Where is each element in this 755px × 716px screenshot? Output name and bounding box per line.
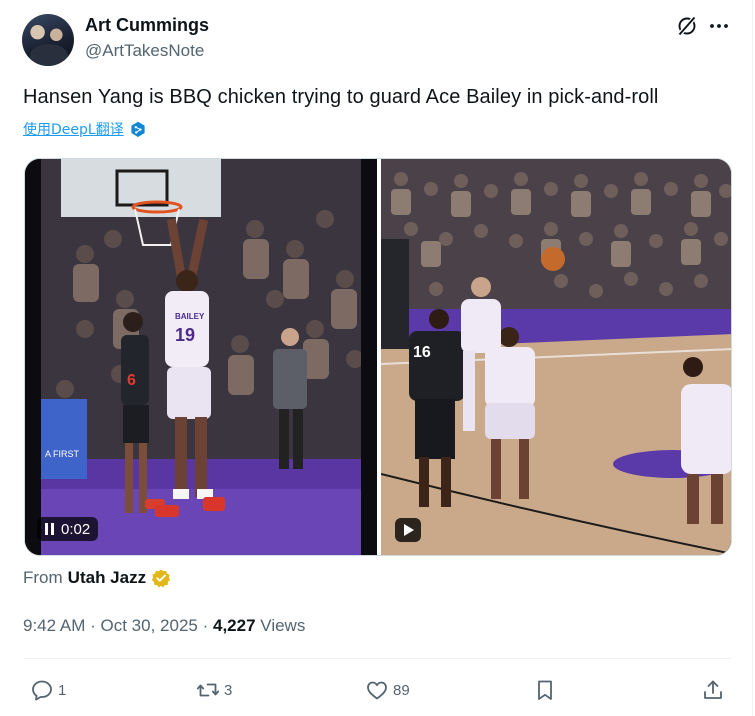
bookmark-button[interactable] xyxy=(533,676,557,704)
source-row: From Utah Jazz xyxy=(23,568,171,588)
tweet-card: Art Cummings @ArtTakesNote Hansen Yang i… xyxy=(0,0,753,716)
gold-verified-badge-icon[interactable] xyxy=(151,568,171,588)
repost-icon xyxy=(196,683,220,697)
meta-separator-2: · xyxy=(202,616,209,635)
share-icon xyxy=(704,680,722,699)
reply-count: 1 xyxy=(58,681,67,699)
divider xyxy=(23,658,731,659)
grok-icon[interactable] xyxy=(675,14,699,38)
avatar[interactable] xyxy=(22,14,74,66)
left-shooter-number: 19 xyxy=(175,325,195,345)
repost-count: 3 xyxy=(224,681,233,699)
repost-button[interactable]: 3 xyxy=(196,676,232,704)
more-options-icon[interactable] xyxy=(707,14,731,38)
reply-button[interactable]: 1 xyxy=(30,676,66,704)
author-handle[interactable]: @ArtTakesNote xyxy=(85,41,204,61)
source-name[interactable]: Utah Jazz xyxy=(68,568,146,588)
tweet-time[interactable]: 9:42 AM xyxy=(23,616,85,635)
play-icon xyxy=(404,524,414,536)
like-button[interactable]: 89 xyxy=(365,676,410,704)
reply-icon xyxy=(32,680,52,701)
deepl-icon[interactable] xyxy=(130,121,146,138)
views-label: Views xyxy=(260,616,306,635)
video-duration-badge[interactable]: 0:02 xyxy=(37,517,99,541)
heart-icon xyxy=(367,681,387,700)
author-display-name[interactable]: Art Cummings xyxy=(85,15,209,36)
left-defender-number: 6 xyxy=(127,372,136,389)
tweet-meta: 9:42 AM · Oct 30, 2025 · 4,227 Views xyxy=(23,616,305,636)
views-count: 4,227 xyxy=(213,616,256,635)
left-shooter-name: BAILEY xyxy=(175,312,205,321)
video-duration: 0:02 xyxy=(61,520,91,538)
svg-text:A FIRST: A FIRST xyxy=(45,449,80,459)
video-left[interactable]: A FIRST 6 BAILEY 19 0:02 xyxy=(25,159,377,555)
tweet-date[interactable]: Oct 30, 2025 xyxy=(101,616,198,635)
right-defender-number: 16 xyxy=(413,344,431,361)
video-play-badge[interactable] xyxy=(395,518,421,542)
share-button[interactable] xyxy=(701,676,725,704)
pause-icon xyxy=(45,523,54,535)
translate-link[interactable]: 使用DeepL翻译 xyxy=(23,119,124,139)
bookmark-icon xyxy=(538,680,552,700)
like-count: 89 xyxy=(393,681,410,699)
video-right-frame: 16 xyxy=(381,159,731,555)
video-right[interactable]: 16 xyxy=(381,159,731,555)
video-left-frame: A FIRST 6 BAILEY 19 xyxy=(25,159,377,555)
translate-row: 使用DeepL翻译 xyxy=(23,119,146,139)
media-grid: A FIRST 6 BAILEY 19 0:02 16 xyxy=(24,158,732,556)
tweet-text: Hansen Yang is BBQ chicken trying to gua… xyxy=(23,86,659,108)
meta-separator: · xyxy=(90,616,96,635)
source-prefix: From xyxy=(23,568,63,587)
